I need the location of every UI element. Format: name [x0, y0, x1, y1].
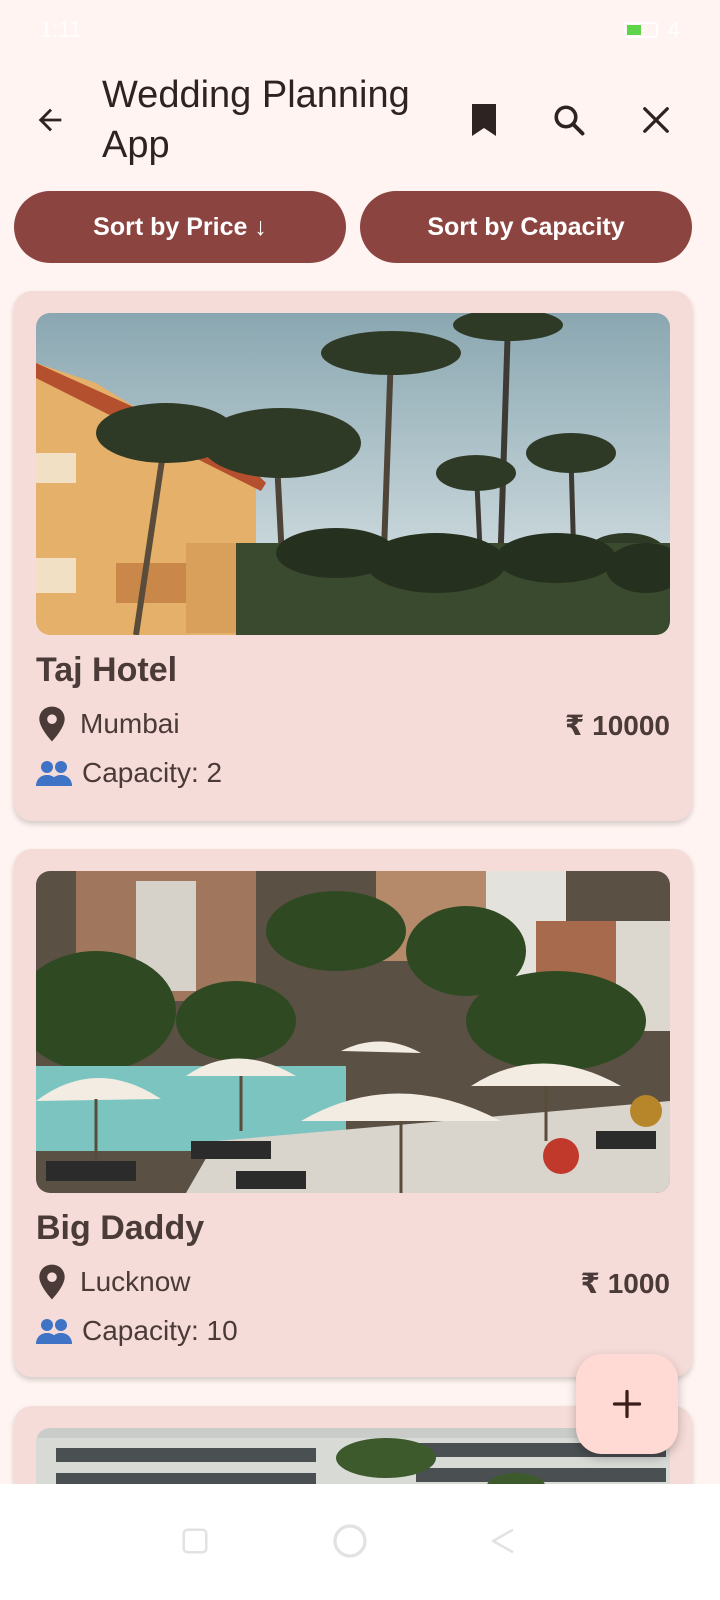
- search-button[interactable]: [541, 92, 597, 148]
- venue-location: Lucknow: [36, 1263, 191, 1301]
- capacity-text: Capacity: 2: [82, 757, 223, 788]
- arrow-back-icon: [38, 108, 62, 132]
- close-icon: [643, 107, 669, 133]
- location-pin-icon: [39, 706, 65, 742]
- home-button[interactable]: [325, 1516, 375, 1566]
- capacity-text: Capacity: 10: [82, 1315, 238, 1346]
- venue-name: Taj Hotel: [36, 651, 178, 689]
- status-time: 1:11: [40, 17, 82, 42]
- square-icon: [182, 1528, 208, 1554]
- add-venue-button[interactable]: [576, 1354, 678, 1454]
- people-icon: [36, 761, 72, 786]
- sort-by-capacity-button[interactable]: Sort by Capacity: [360, 191, 692, 263]
- recent-apps-button[interactable]: [170, 1516, 220, 1566]
- circle-icon: [333, 1524, 367, 1558]
- venue-price: ₹ 10000: [564, 710, 670, 741]
- venue-card[interactable]: Taj Hotel Mumbai ₹ 10000 Capacity: 2: [14, 291, 692, 821]
- venue-name: Big Daddy: [36, 1209, 205, 1247]
- page-title: Wedding Planning App: [102, 74, 410, 166]
- status-bar: 1:11 4: [0, 0, 720, 60]
- close-button[interactable]: [628, 92, 684, 148]
- system-nav-bar: [0, 1484, 720, 1600]
- location-text: Mumbai: [80, 708, 180, 739]
- plus-icon: [612, 1389, 642, 1419]
- venue-card[interactable]: Big Daddy Lucknow ₹ 1000 Capacity: 10: [14, 849, 692, 1377]
- people-icon: [36, 1319, 72, 1344]
- venue-image: [36, 871, 670, 1193]
- battery-level: 4: [667, 17, 680, 42]
- venue-location: Mumbai: [36, 705, 180, 743]
- sort-controls: Sort by Price ↓ Sort by Capacity: [14, 191, 692, 263]
- back-button[interactable]: [22, 92, 78, 148]
- battery-icon: [623, 22, 658, 38]
- location-text: Lucknow: [80, 1266, 191, 1297]
- nav-back-button[interactable]: [478, 1516, 528, 1566]
- venue-capacity: Capacity: 2: [36, 757, 222, 789]
- app-bar: Wedding Planning App: [0, 62, 720, 182]
- venue-price: ₹ 1000: [580, 1268, 670, 1299]
- bookmark-icon: [472, 104, 496, 136]
- venue-image: [36, 313, 670, 635]
- search-icon: [554, 105, 585, 136]
- triangle-back-icon: [491, 1528, 514, 1554]
- venue-capacity: Capacity: 10: [36, 1315, 238, 1347]
- location-pin-icon: [39, 1264, 65, 1300]
- sort-by-price-button[interactable]: Sort by Price ↓: [14, 191, 346, 263]
- bookmark-button[interactable]: [456, 92, 512, 148]
